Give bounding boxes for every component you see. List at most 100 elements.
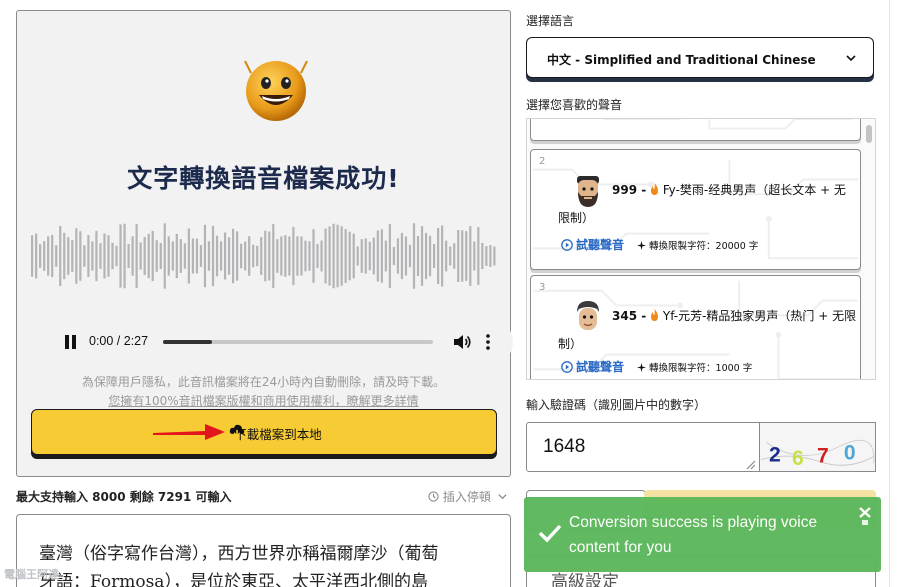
waveform-bar — [332, 223, 335, 289]
waveform-bar — [368, 241, 371, 271]
captcha-digit: 0 — [844, 441, 856, 464]
waveform-bar — [135, 224, 138, 288]
captcha-image[interactable]: 2670 — [759, 422, 876, 472]
pause-icon[interactable] — [65, 335, 77, 349]
waveform-bar — [336, 224, 339, 288]
waveform-bar — [183, 243, 186, 269]
waveform-bar — [147, 233, 150, 279]
captcha-digit: 6 — [792, 447, 804, 470]
waveform-bar — [324, 228, 327, 284]
waveform-bar — [408, 244, 412, 268]
preview-voice-link[interactable]: 試聽聲音 — [561, 236, 624, 253]
voice-index: 2 — [539, 156, 546, 167]
waveform-bar — [163, 223, 166, 289]
voice-list: 2 999 - Fy-樊雨-经典男声（超长文本 + 无 限制） 試聽聲音 轉換限… — [526, 118, 876, 380]
waveform-bar — [433, 243, 436, 269]
text-input-area[interactable]: 臺灣（俗字寫作台灣），西方世界亦稱福爾摩沙（葡萄 牙語：Formosa），是位於… — [16, 514, 511, 587]
page-scrollbar[interactable] — [889, 0, 900, 587]
preview-voice-link[interactable]: 試聽聲音 — [561, 358, 624, 375]
waveform-bar — [304, 240, 307, 272]
preview-voice-label: 試聽聲音 — [576, 238, 625, 252]
waveform-bar — [195, 238, 199, 274]
language-select[interactable]: 中文 - Simplified and Traditional Chinese — [526, 37, 874, 78]
waveform-bar — [119, 224, 122, 288]
waveform-bar — [356, 246, 359, 266]
waveform-bar — [316, 243, 319, 269]
bearded-man-avatar-icon — [577, 176, 599, 207]
voice-card-partial[interactable] — [530, 119, 861, 141]
waveform-bar — [91, 241, 94, 271]
waveform-bar — [400, 232, 404, 280]
waveform-bar — [187, 228, 190, 284]
resize-handle-icon[interactable] — [744, 458, 756, 470]
waveform-bar — [280, 236, 283, 276]
waveform-bar — [252, 244, 255, 268]
char-limit: 轉換限製字符：20000 字 — [637, 238, 758, 252]
waveform-bar — [465, 231, 468, 281]
voice-card[interactable]: 3 345 - Yf-元芳-精品独家男声（热门 + 无限 制） 試聽聲音 轉換限… — [530, 275, 861, 379]
waveform-bar — [107, 235, 110, 277]
waveform-bar — [139, 242, 142, 270]
voice-title-cont: 限制） — [558, 211, 595, 225]
waveform-bar — [424, 232, 428, 280]
waveform-bar — [127, 244, 130, 268]
insert-pause-button[interactable]: 插入停頓 — [428, 488, 507, 505]
waveform-bar — [131, 236, 134, 276]
waveform-bar — [380, 229, 383, 283]
watermark-logo: 電腦王阿達 — [4, 568, 59, 581]
waveform-bar — [481, 242, 484, 270]
waveform-bar — [441, 225, 444, 287]
waveform-bar — [344, 229, 347, 283]
waveform-bar — [123, 223, 126, 289]
audio-time: 0:00 / 2:27 — [89, 334, 149, 348]
result-card: 文字轉換語音檔案成功! 0:00 / 2:27 為保障用戶隱私，此音訊檔案將在2… — [16, 10, 513, 477]
waveform-bar — [79, 231, 82, 281]
close-icon[interactable] — [858, 505, 872, 527]
copyright-link[interactable]: 您擁有100%音訊檔案版權和商用使用權利，瞭解更多詳情 — [17, 392, 510, 409]
captcha-digit: 7 — [817, 444, 829, 467]
chevron-down-icon — [498, 494, 507, 500]
waveform-bar — [372, 237, 375, 275]
waveform-bar — [300, 236, 303, 276]
waveform-bar — [364, 238, 367, 274]
waveform-bar — [477, 227, 480, 285]
waveform-bar — [461, 230, 464, 282]
waveform-bar — [308, 241, 311, 271]
waveform-graphic — [31, 223, 496, 289]
voice-title: Fy-樊雨-经典男声（超长文本 + 无 — [662, 183, 846, 197]
waveform-bar — [75, 228, 78, 284]
waveform-bar — [199, 245, 203, 267]
waveform-bar — [179, 239, 182, 273]
waveform-bar — [485, 246, 488, 266]
waveform-bar — [63, 232, 66, 280]
waveform-bar — [296, 236, 299, 276]
waveform-bar — [276, 239, 279, 273]
download-button[interactable]: 下載檔案到本地 — [31, 409, 497, 455]
chevron-down-icon — [846, 55, 856, 62]
voice-card[interactable]: 2 999 - Fy-樊雨-经典男声（超长文本 + 无 限制） 試聽聲音 轉換限… — [530, 149, 861, 270]
captcha-label: 輸入驗證碼（識別圖片中的數字） — [526, 398, 707, 412]
waveform-bar — [223, 232, 227, 280]
scrollbar-thumb[interactable] — [866, 125, 872, 143]
play-circle-icon — [561, 361, 573, 373]
waveform-bar — [143, 236, 146, 276]
waveform-bar — [83, 245, 86, 267]
waveform-bar — [445, 240, 448, 272]
waveform-bar — [288, 236, 291, 276]
audio-player: 0:00 / 2:27 — [45, 319, 513, 365]
waveform-bar — [256, 245, 259, 267]
waveform-bar — [167, 236, 170, 276]
waveform-bar — [227, 237, 231, 275]
circuit-pattern — [603, 119, 854, 130]
audio-progress-slider[interactable] — [163, 340, 433, 344]
waveform-bar — [35, 233, 38, 279]
success-toast: Conversion success is playing voice cont… — [524, 497, 881, 572]
waveform-bar — [115, 245, 118, 267]
fire-icon — [651, 309, 659, 321]
waveform-bar — [171, 241, 174, 271]
voice-list-scrollbar[interactable] — [864, 125, 874, 378]
more-options-icon[interactable] — [485, 333, 491, 351]
waveform-bar — [219, 241, 223, 271]
play-circle-icon — [561, 239, 573, 251]
volume-icon[interactable] — [453, 334, 471, 350]
